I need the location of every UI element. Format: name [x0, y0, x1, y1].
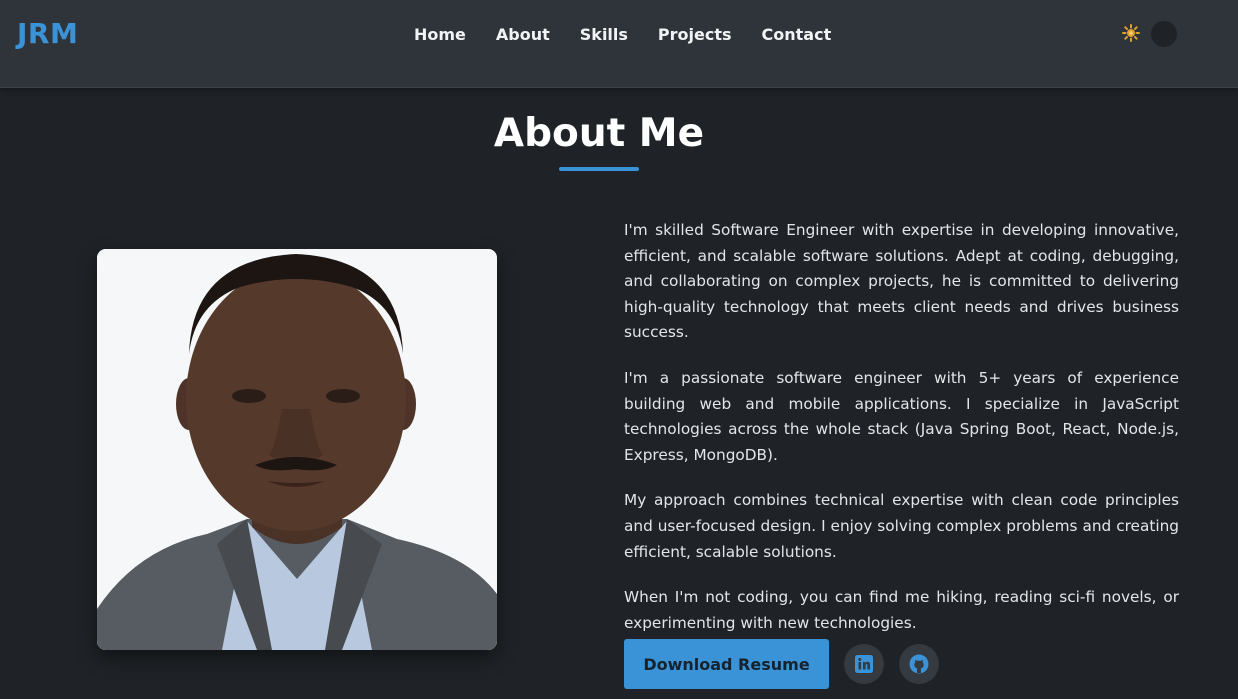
theme-toggle[interactable] — [1122, 21, 1178, 47]
sun-icon — [1122, 24, 1140, 42]
github-icon — [909, 654, 929, 674]
toggle-knob — [1151, 21, 1177, 47]
nav-links: Home About Skills Projects Contact — [414, 25, 831, 45]
download-resume-button[interactable]: Download Resume — [624, 639, 829, 689]
nav-skills[interactable]: Skills — [580, 25, 628, 45]
title-underline — [559, 167, 639, 171]
nav-contact[interactable]: Contact — [762, 25, 832, 45]
page-title: About Me — [493, 111, 705, 156]
bio-paragraph: My approach combines technical expertise… — [624, 491, 1179, 561]
profile-photo — [97, 249, 497, 650]
bio-paragraph: I'm skilled Software Engineer with exper… — [624, 221, 1179, 342]
bio-paragraph: When I'm not coding, you can find me hik… — [624, 588, 1179, 632]
linkedin-icon — [855, 655, 873, 673]
nav-about[interactable]: About — [496, 25, 550, 45]
navbar: JRM Home About Skills Projects Contact — [0, 0, 1238, 88]
nav-projects[interactable]: Projects — [658, 25, 732, 45]
bio-paragraph: I'm a passionate software engineer with … — [624, 368, 1179, 464]
profile-photo-illustration — [97, 249, 497, 650]
linkedin-button[interactable] — [844, 644, 884, 684]
about-actions: Download Resume — [624, 639, 939, 689]
bio: I'm skilled Software Engineer with exper… — [624, 218, 1179, 656]
nav-home[interactable]: Home — [414, 25, 466, 45]
logo[interactable]: JRM — [17, 17, 78, 50]
github-button[interactable] — [899, 644, 939, 684]
